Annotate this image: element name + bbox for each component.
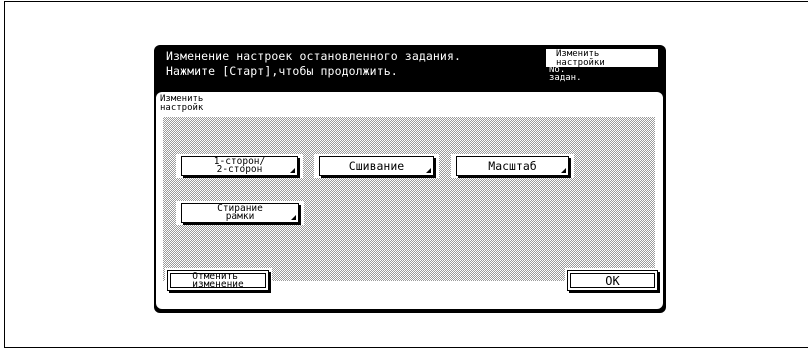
frame-erase-button[interactable]: Стирание рамки <box>181 203 299 223</box>
frame-erase-button-slot: Стирание рамки <box>176 201 304 225</box>
stapling-button-slot: Сшивание <box>314 154 439 178</box>
ok-label: OK <box>570 273 655 288</box>
duplex-button-slot: 1-сторон/ 2-сторон <box>176 154 303 178</box>
section-title: Изменить настройк <box>160 94 204 113</box>
cancel-button-slot: Отменить изменение <box>165 268 272 294</box>
corner-triangle-icon <box>291 215 296 220</box>
corner-triangle-icon <box>561 168 566 173</box>
duplex-button-label: 1-сторон/ 2-сторон <box>213 156 266 175</box>
button-area: 1-сторон/ 2-сторон Сшивание Масштаб Стир… <box>163 117 655 281</box>
ok-button[interactable]: OK <box>567 270 658 291</box>
stapling-button[interactable]: Сшивание <box>319 156 434 176</box>
status-message: Изменение настроек остановленного задани… <box>166 49 461 78</box>
change-settings-dialog: Изменение настроек остановленного задани… <box>154 45 666 313</box>
ok-button-slot: OK <box>565 268 661 294</box>
header-info-box: Изменить настройки No. задан. 1 <box>546 49 658 82</box>
stapling-button-label: Сшивание <box>348 159 405 173</box>
cancel-change-button[interactable]: Отменить изменение <box>167 270 269 291</box>
corner-triangle-icon <box>290 168 295 173</box>
corner-triangle-icon <box>426 168 431 173</box>
duplex-button[interactable]: 1-сторон/ 2-сторон <box>181 156 298 176</box>
cancel-change-label: Отменить изменение <box>170 271 266 289</box>
job-label: No. задан. <box>549 65 582 83</box>
frame-erase-button-label: Стирание рамки <box>217 203 263 222</box>
zoom-button-slot: Масштаб <box>451 154 574 178</box>
job-number: 1 <box>642 53 649 66</box>
zoom-button-label: Масштаб <box>488 159 537 173</box>
zoom-button[interactable]: Масштаб <box>456 156 569 176</box>
